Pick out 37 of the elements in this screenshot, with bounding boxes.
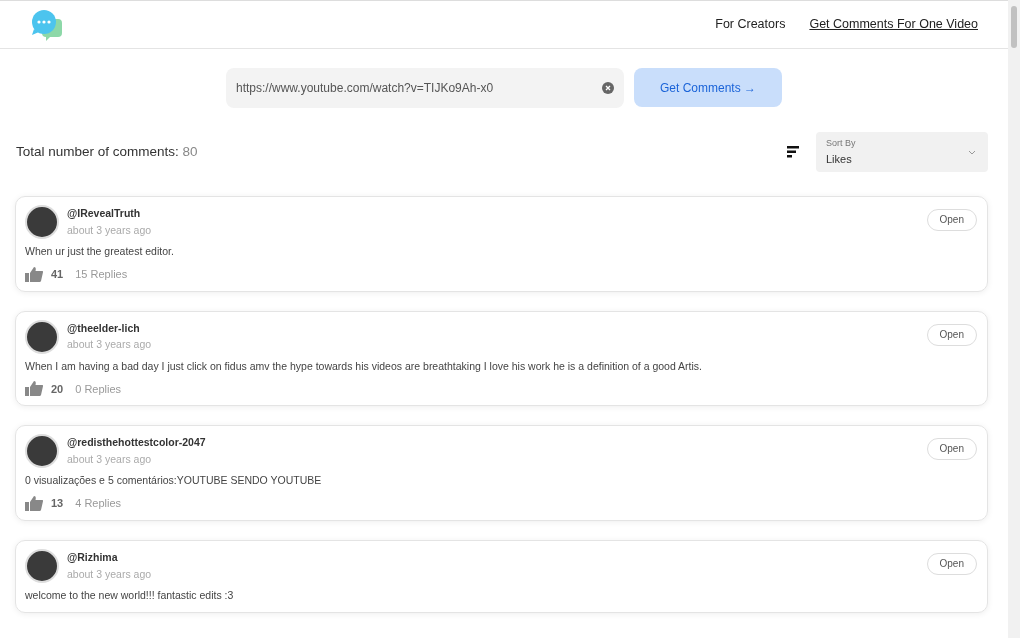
comment-text: When ur just the greatest editor. [25,245,175,259]
timestamp: about 3 years ago [67,452,153,467]
author-name[interactable]: @IRevealTruth [67,207,152,221]
chevron-down-icon [968,149,976,155]
thumbs-up-icon[interactable] [25,381,43,397]
author-name[interactable]: @Rizhima [67,550,152,565]
open-button[interactable]: Open [926,323,977,346]
avatar [25,434,59,469]
chat-bubbles-logo[interactable] [30,8,64,41]
open-button[interactable]: Open [926,209,977,231]
like-count: 20 [51,381,64,396]
timestamp: about 3 years ago [67,223,152,238]
author-name[interactable]: @redisthehottestcolor-2047 [67,436,206,450]
get-comments-button[interactable]: Get Comments → [634,68,782,107]
open-button[interactable]: Open [926,552,977,575]
comment-text: welcome to the new world!!! fantastic edits :3 [25,588,235,603]
author-name[interactable]: @theelder-lich [67,321,152,336]
timestamp: about 3 years ago [67,567,152,582]
sort-icon[interactable] [786,145,800,159]
total-comments-text: Total number of comments: 80 [16,142,198,161]
comment-text: 0 visualizações e 5 comentários:YOUTUBE SENDO YOUTUBE [25,474,323,488]
like-count: 13 [51,496,64,511]
like-count: 41 [51,267,64,282]
scrollbar[interactable] [1008,0,1020,638]
thumbs-up-icon[interactable] [25,266,43,282]
nav-link[interactable]: Get Comments For One Video [809,15,978,34]
avatar [25,205,59,239]
url-input-field[interactable]: https://www.youtube.com/watch?v=TIJKo9Ah-x0 [226,68,624,108]
nav-link[interactable]: For Creators [715,15,786,34]
open-button[interactable]: Open [926,438,977,461]
comment-text: When I am having a bad day I just click on fidus amv the hype towards his videos are breathtaking I love his work he is a definition of a good Artis. [25,359,704,374]
avatar [25,548,59,583]
sort-dropdown[interactable]: Sort By Likes [816,132,988,172]
timestamp: about 3 years ago [67,338,152,352]
thumbs-up-icon[interactable] [25,495,43,511]
avatar [25,319,59,354]
clear-icon[interactable] [602,82,614,94]
